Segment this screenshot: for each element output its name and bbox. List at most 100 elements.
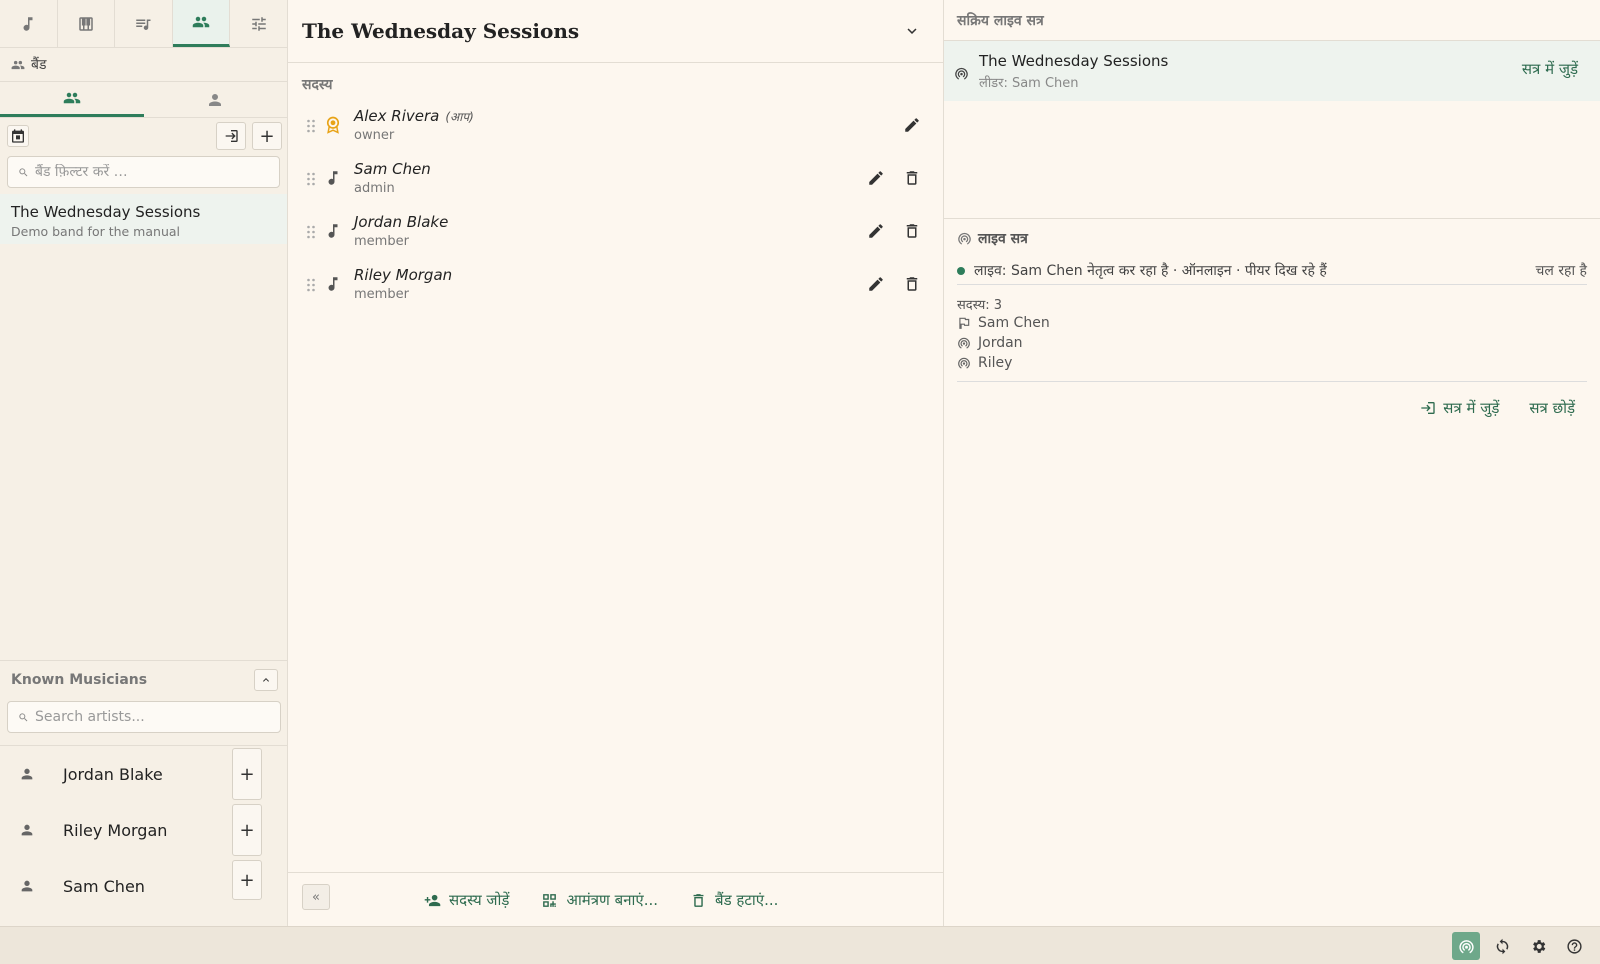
- edit-icon[interactable]: [903, 116, 921, 134]
- table-row[interactable]: Riley Morgan member: [288, 261, 943, 314]
- session-leader: लीडर: Sam Chen: [979, 75, 1079, 91]
- join-session-button[interactable]: सत्र में जुड़ें: [1420, 398, 1499, 418]
- chevron-down-icon[interactable]: [903, 22, 921, 40]
- plus-icon: +: [239, 869, 255, 891]
- live-session-title: लाइव सत्र: [978, 230, 1028, 247]
- login-icon: [1421, 402, 1435, 414]
- member-count: सदस्य: 3: [957, 298, 1003, 313]
- status-badge: चल रहा है: [1535, 263, 1587, 279]
- role-icon: [324, 169, 342, 191]
- live-session-box: लाइव सत्र लाइव: Sam Chen नेतृत्व कर रहा …: [944, 218, 1600, 418]
- add-musician-button[interactable]: +: [232, 804, 262, 856]
- add-musician-button[interactable]: +: [232, 860, 262, 900]
- active-session-item[interactable]: The Wednesday Sessions लीडर: Sam Chen सत…: [944, 41, 1600, 101]
- delete-icon[interactable]: [903, 275, 921, 293]
- flag-icon: [959, 317, 970, 329]
- peer-name: Jordan: [978, 335, 1023, 351]
- left-panel: बैंड + The Wednesday S: [0, 0, 288, 926]
- tab-bands[interactable]: [172, 0, 231, 47]
- help-icon: [1566, 938, 1582, 954]
- edit-icon[interactable]: [867, 275, 885, 293]
- login-icon: [225, 130, 238, 142]
- create-invite-label: आमंत्रण बनाएं...: [566, 891, 659, 909]
- add-member-button[interactable]: सदस्य जोड़ें: [424, 890, 509, 910]
- member-name: Jordan Blake: [354, 213, 449, 231]
- calendar-button[interactable]: [7, 125, 29, 147]
- live-sessions-panel: सक्रिय लाइव सत्र The Wednesday Sessions …: [944, 0, 1600, 926]
- live-toggle-button[interactable]: [1452, 932, 1480, 960]
- add-band-button[interactable]: +: [252, 122, 282, 150]
- subtab-profile[interactable]: [144, 82, 288, 117]
- member-name: Sam Chen: [354, 160, 431, 178]
- tab-settings[interactable]: [230, 0, 287, 47]
- person-icon: [209, 93, 222, 106]
- table-row[interactable]: Jordan Blake member: [288, 208, 943, 261]
- live-status-text: लाइव: Sam Chen नेतृत्व कर रहा है · ऑनलाइ…: [974, 263, 1327, 279]
- band-subtitle: Demo band for the manual: [11, 224, 181, 239]
- subtab-bands[interactable]: [0, 82, 144, 117]
- bands-section-title: बैंड: [0, 48, 287, 82]
- join-session-link[interactable]: सत्र में जुड़ें: [1522, 59, 1578, 79]
- status-bar: [0, 926, 1600, 964]
- leave-session-button[interactable]: सत्र छोड़ें: [1529, 398, 1575, 418]
- create-invite-button[interactable]: आमंत्रण बनाएं...: [541, 890, 658, 910]
- queue-music-icon: [136, 19, 151, 30]
- gear-icon: [1532, 939, 1545, 953]
- help-button[interactable]: [1560, 932, 1588, 960]
- status-dot-icon: [957, 266, 965, 275]
- sync-button[interactable]: [1488, 932, 1516, 960]
- delete-icon[interactable]: [903, 169, 921, 187]
- delete-band-button[interactable]: बैंड हटाएं...: [690, 890, 778, 910]
- main-tabbar: [0, 0, 287, 48]
- settings-button[interactable]: [1524, 932, 1552, 960]
- tune-icon: [251, 16, 266, 31]
- peer-name: Sam Chen: [978, 315, 1050, 331]
- band-toolbar: +: [0, 118, 287, 154]
- music-note-icon: [328, 277, 338, 291]
- musician-list: Jordan Blake + Riley Morgan + Sam Chen +: [0, 745, 288, 914]
- collapse-sidebar-button[interactable]: «: [302, 884, 330, 910]
- broadcast-icon: [1458, 939, 1474, 953]
- collapse-known-button[interactable]: [254, 669, 278, 691]
- plus-icon: +: [259, 125, 275, 147]
- band-filter-input[interactable]: [35, 164, 255, 180]
- drag-handle[interactable]: [306, 224, 316, 243]
- band-header: The Wednesday Sessions: [288, 0, 943, 63]
- tab-setlists[interactable]: [115, 0, 173, 47]
- plus-icon: +: [239, 819, 255, 841]
- search-icon: [19, 712, 28, 721]
- broadcast-icon: [958, 337, 970, 349]
- join-band-button[interactable]: [216, 122, 246, 150]
- table-row[interactable]: Alex Rivera (आप) owner: [288, 102, 943, 155]
- list-item: Riley Morgan +: [0, 802, 288, 858]
- section-title-label: बैंड: [31, 57, 47, 73]
- band-footer: « सदस्य जोड़ें आमंत्रण बनाएं... बैंड हटा…: [288, 872, 944, 926]
- known-musicians: Known Musicians Jordan Blake + Riley Mor…: [0, 660, 288, 914]
- edit-icon[interactable]: [867, 169, 885, 187]
- band-list-item[interactable]: The Wednesday Sessions Demo band for the…: [0, 194, 287, 244]
- tab-piano[interactable]: [57, 0, 116, 47]
- drag-handle[interactable]: [306, 171, 316, 190]
- award-icon: [326, 116, 340, 134]
- tab-songs[interactable]: [0, 0, 58, 47]
- member-role: owner: [354, 128, 395, 143]
- drag-handle[interactable]: [306, 277, 316, 296]
- band-subtabs: [0, 82, 287, 118]
- person-icon: [21, 880, 33, 892]
- band-detail-panel: The Wednesday Sessions सदस्य Alex Rivera…: [288, 0, 944, 926]
- artist-search-input[interactable]: [35, 709, 255, 725]
- drag-handle-icon: [307, 278, 315, 292]
- table-row[interactable]: Sam Chen admin: [288, 155, 943, 208]
- delete-icon[interactable]: [903, 222, 921, 240]
- drag-handle[interactable]: [306, 118, 316, 137]
- add-musician-button[interactable]: +: [232, 748, 262, 800]
- edit-icon[interactable]: [867, 222, 885, 240]
- session-name: The Wednesday Sessions: [979, 51, 1169, 70]
- group-icon: [11, 60, 25, 69]
- qr-code-icon: [543, 893, 557, 907]
- delete-icon: [693, 893, 704, 907]
- add-member-label: सदस्य जोड़ें: [449, 891, 510, 909]
- musician-name: Riley Morgan: [63, 820, 168, 840]
- group-icon: [192, 16, 210, 28]
- person-icon: [21, 768, 33, 780]
